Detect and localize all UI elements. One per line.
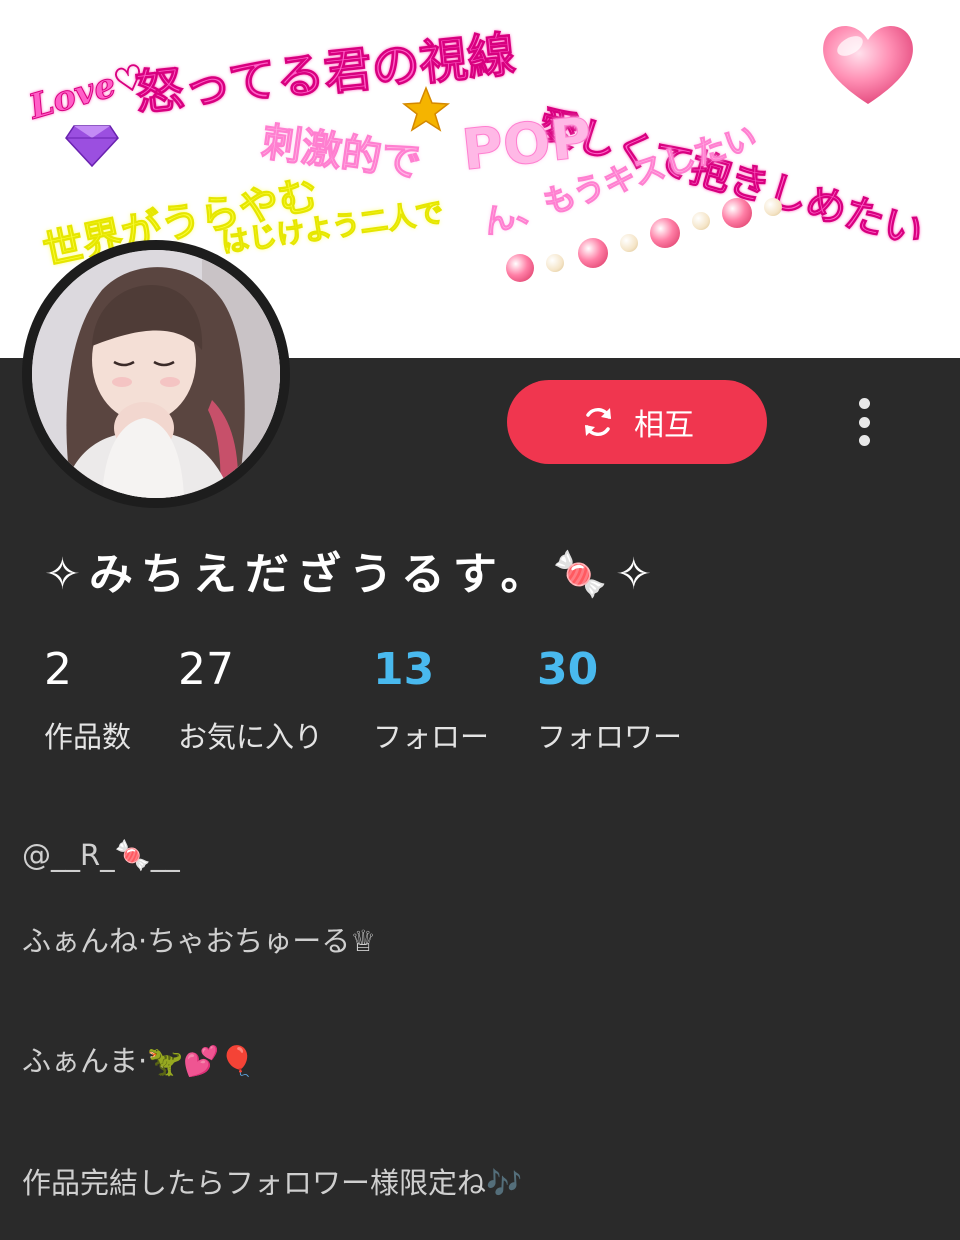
stat-following-label: フォロー	[373, 720, 490, 754]
profile-display-name: ✧みちえだざうるす。🍬✧	[44, 549, 661, 600]
gem-icon	[650, 218, 680, 248]
mutual-follow-label: 相互	[634, 408, 694, 443]
stat-following[interactable]: 13 フォロー	[373, 644, 489, 756]
pearl-icon	[620, 234, 638, 252]
stat-favorites-label: お気に入り	[178, 720, 324, 754]
star-icon	[402, 86, 450, 132]
stat-works-label: 作品数	[44, 720, 132, 754]
refresh-icon	[585, 407, 611, 437]
bio-handle: @__R_🍬__	[22, 838, 180, 872]
stat-following-count: 13	[373, 644, 435, 695]
avatar-illustration	[32, 250, 280, 498]
bio-line: ふぁんま·🦖💕🎈	[22, 1044, 256, 1078]
banner-text-love: Love♡	[24, 56, 150, 128]
stat-followers[interactable]: 30 フォロワー	[537, 644, 682, 756]
pearl-icon	[764, 198, 782, 216]
banner-text-line1: 怒ってる君の視線	[132, 26, 519, 123]
stat-followers-label: フォロワー	[537, 720, 683, 754]
stat-followers-count: 30	[537, 644, 599, 695]
avatar-photo	[32, 250, 280, 498]
pearl-icon	[692, 212, 710, 230]
vertical-dots-icon-dot	[858, 416, 870, 428]
diamond-icon	[65, 125, 119, 168]
bio-line: ふぁんね·ちゃおちゅーる♕	[22, 924, 377, 958]
vertical-dots-icon-dot	[858, 435, 870, 446]
bio-line: 作品完結したらフォロワー様限定ね🎶	[22, 1166, 523, 1200]
avatar[interactable]	[22, 240, 290, 508]
pearl-icon	[546, 254, 564, 272]
mutual-follow-button[interactable]: 相互	[507, 380, 767, 464]
vertical-dots-icon	[858, 398, 870, 409]
gem-icon	[506, 254, 534, 282]
stat-favorites[interactable]: 27 お気に入り	[178, 644, 323, 756]
stat-works-count: 2	[44, 644, 72, 695]
stat-favorites-count: 27	[178, 644, 234, 695]
more-options-button[interactable]	[846, 392, 882, 452]
stat-works[interactable]: 2 作品数	[44, 644, 131, 756]
gem-icon	[578, 238, 608, 268]
gem-icon	[722, 198, 752, 228]
heart-icon	[823, 25, 913, 104]
